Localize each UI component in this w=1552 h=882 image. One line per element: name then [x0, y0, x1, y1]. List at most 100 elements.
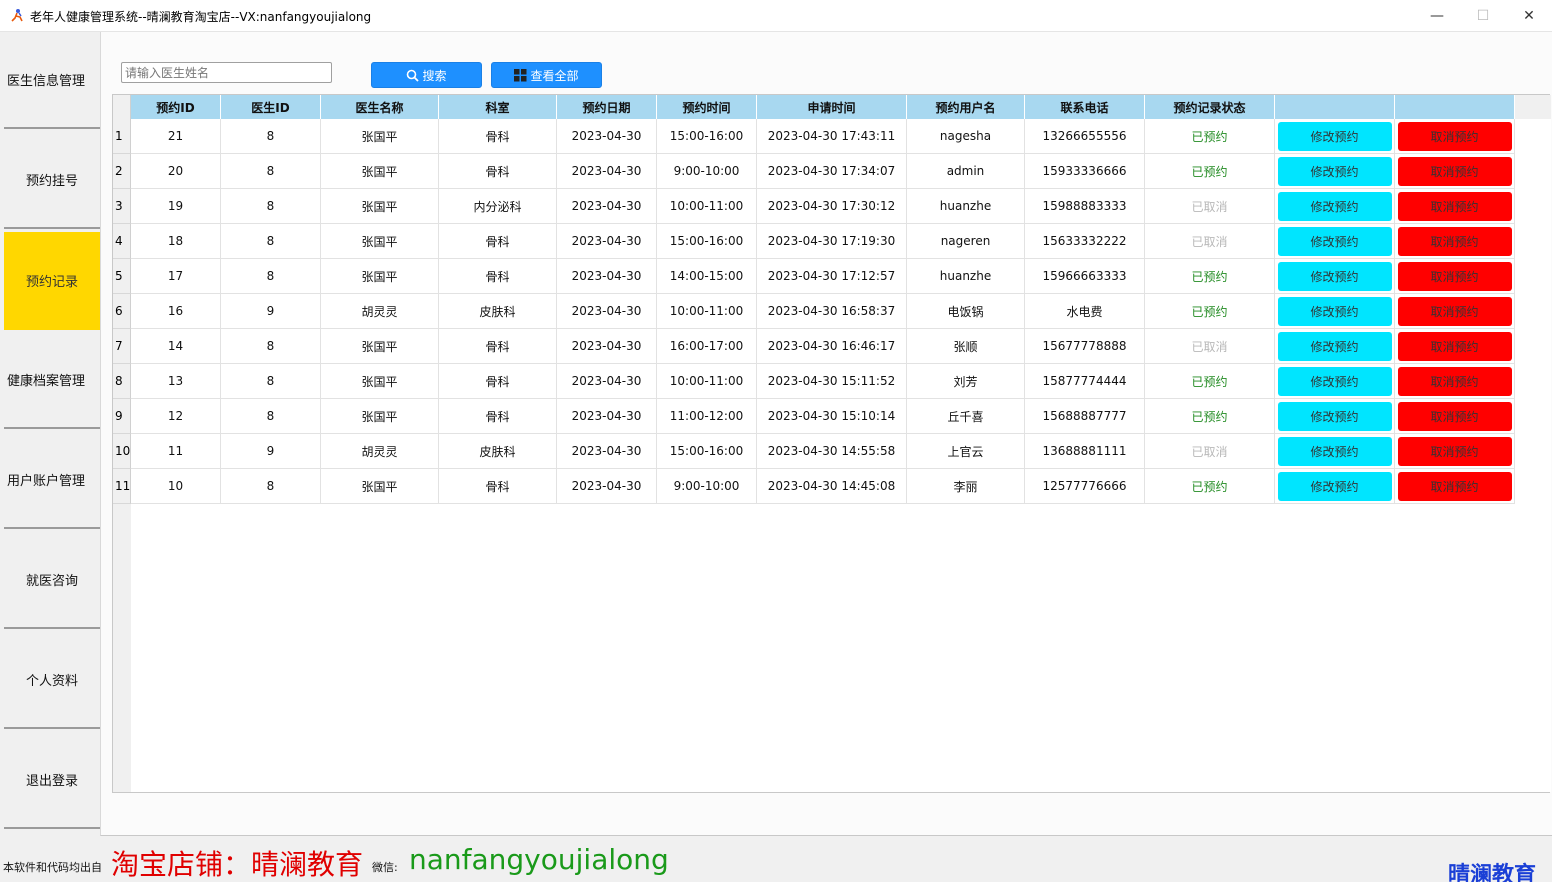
sidebar-item-label: 预约记录	[25, 274, 78, 290]
modify-appointment-button[interactable]: 修改预约	[1277, 401, 1392, 431]
sidebar-item-doctor-info[interactable]: 医生信息管理	[4, 32, 100, 129]
sidebar-item-profile[interactable]: 个人资料	[4, 632, 100, 729]
minimize-button[interactable]: —	[1414, 0, 1460, 31]
view-all-button[interactable]: 查看全部	[491, 62, 602, 88]
cancel-appointment-button[interactable]: 取消预约	[1397, 471, 1512, 501]
cell-appointment-date: 2023-04-30	[557, 434, 657, 469]
cell-phone: 15688887777	[1025, 399, 1145, 434]
cell-request-time: 2023-04-30 16:58:37	[757, 294, 907, 329]
sidebar-item-logout[interactable]: 退出登录	[4, 732, 100, 829]
cancel-appointment-button[interactable]: 取消预约	[1397, 366, 1512, 396]
cancel-appointment-button[interactable]: 取消预约	[1397, 331, 1512, 361]
modify-appointment-button[interactable]: 修改预约	[1277, 191, 1392, 221]
table-row[interactable]: 3 19 8 张国平 内分泌科 2023-04-30 10:00-11:00 2023-04-…	[113, 189, 1551, 224]
modify-appointment-button[interactable]: 修改预约	[1277, 226, 1392, 256]
cancel-appointment-button[interactable]: 取消预约	[1397, 436, 1512, 466]
modify-appointment-button[interactable]: 修改预约	[1277, 296, 1392, 326]
cancel-appointment-button[interactable]: 取消预约	[1397, 296, 1512, 326]
column-header-doctor-name[interactable]: 医生名称	[321, 95, 439, 119]
app-logo-icon	[11, 9, 23, 22]
cell-appointment-time: 9:00-10:00	[657, 154, 757, 189]
cell-doctor-name: 张国平	[321, 399, 439, 434]
sidebar-nav: 医生信息管理 预约挂号 预约记录 健康档案管理 用户账户管理 就医咨询 个人资料…	[0, 32, 100, 832]
cell-cancel-action: 取消预约	[1395, 189, 1515, 224]
row-number: 4	[113, 224, 131, 259]
cancel-appointment-button[interactable]: 取消预约	[1397, 121, 1512, 151]
column-header-department[interactable]: 科室	[439, 95, 557, 119]
cell-department: 骨科	[439, 469, 557, 504]
minimize-icon: —	[1430, 7, 1444, 24]
row-number: 1	[113, 119, 131, 154]
cell-request-time: 2023-04-30 17:43:11	[757, 119, 907, 154]
sidebar-item-appointment-records[interactable]: 预约记录	[4, 232, 100, 330]
modify-appointment-button[interactable]: 修改预约	[1277, 436, 1392, 466]
cell-doctor-id: 9	[221, 294, 321, 329]
sidebar-item-user-accounts[interactable]: 用户账户管理	[4, 432, 100, 529]
table-row[interactable]: 2 20 8 张国平 骨科 2023-04-30 9:00-10:00 2023-04-30 …	[113, 154, 1551, 189]
sidebar-item-appointment[interactable]: 预约挂号	[4, 132, 100, 229]
column-header-doctor-id[interactable]: 医生ID	[221, 95, 321, 119]
table-row[interactable]: 1 21 8 张国平 骨科 2023-04-30 15:00-16:00 2023-04-30…	[113, 119, 1551, 154]
column-header-request-time[interactable]: 申请时间	[757, 95, 907, 119]
column-header-username[interactable]: 预约用户名	[907, 95, 1025, 119]
cell-status: 已取消	[1145, 329, 1275, 364]
cell-doctor-name: 张国平	[321, 364, 439, 399]
cell-doctor-id: 8	[221, 119, 321, 154]
cell-modify-action: 修改预约	[1275, 469, 1395, 504]
table-row[interactable]: 4 18 8 张国平 骨科 2023-04-30 15:00-16:00 2023-04-30…	[113, 224, 1551, 259]
cell-request-time: 2023-04-30 15:11:52	[757, 364, 907, 399]
table-row[interactable]: 9 12 8 张国平 骨科 2023-04-30 11:00-12:00 2023-04-30…	[113, 399, 1551, 434]
column-header-appointment-date[interactable]: 预约日期	[557, 95, 657, 119]
cell-appointment-date: 2023-04-30	[557, 469, 657, 504]
doctor-name-search-input[interactable]	[121, 62, 332, 83]
table-row[interactable]: 11 10 8 张国平 骨科 2023-04-30 9:00-10:00 2023-04-30…	[113, 469, 1551, 504]
cell-status: 已取消	[1145, 224, 1275, 259]
cell-doctor-name: 胡灵灵	[321, 294, 439, 329]
modify-appointment-button[interactable]: 修改预约	[1277, 261, 1392, 291]
cell-appointment-time: 14:00-15:00	[657, 259, 757, 294]
modify-appointment-button[interactable]: 修改预约	[1277, 331, 1392, 361]
sidebar-item-label: 健康档案管理	[7, 374, 86, 389]
cell-appointment-time: 10:00-11:00	[657, 294, 757, 329]
cancel-appointment-button[interactable]: 取消预约	[1397, 261, 1512, 291]
maximize-button[interactable]: ☐	[1460, 0, 1506, 31]
table-row[interactable]: 10 11 9 胡灵灵 皮肤科 2023-04-30 15:00-16:00 2023-04-…	[113, 434, 1551, 469]
modify-appointment-button[interactable]: 修改预约	[1277, 156, 1392, 186]
cancel-appointment-button[interactable]: 取消预约	[1397, 226, 1512, 256]
cell-doctor-name: 张国平	[321, 224, 439, 259]
appointment-table: 预约ID 医生ID 医生名称 科室 预约日期 预约时间 申请时间 预约用户名 联系电话 预约记录状…	[112, 94, 1551, 793]
cell-department: 内分泌科	[439, 189, 557, 224]
search-button[interactable]: 搜索	[371, 62, 482, 88]
cancel-appointment-button[interactable]: 取消预约	[1397, 156, 1512, 186]
cell-modify-action: 修改预约	[1275, 294, 1395, 329]
cancel-appointment-button[interactable]: 取消预约	[1397, 401, 1512, 431]
column-header-phone[interactable]: 联系电话	[1025, 95, 1145, 119]
cell-username: 上官云	[907, 434, 1025, 469]
cell-doctor-id: 8	[221, 224, 321, 259]
cancel-appointment-button[interactable]: 取消预约	[1397, 191, 1512, 221]
row-number: 9	[113, 399, 131, 434]
cell-department: 皮肤科	[439, 294, 557, 329]
column-header-status[interactable]: 预约记录状态	[1145, 95, 1275, 119]
row-number: 2	[113, 154, 131, 189]
modify-appointment-button[interactable]: 修改预约	[1277, 121, 1392, 151]
column-header-appointment-id[interactable]: 预约ID	[131, 95, 221, 119]
cell-phone: 12577776666	[1025, 469, 1145, 504]
table-row[interactable]: 7 14 8 张国平 骨科 2023-04-30 16:00-17:00 2023-04-30…	[113, 329, 1551, 364]
cell-username: nagesha	[907, 119, 1025, 154]
column-header-appointment-time[interactable]: 预约时间	[657, 95, 757, 119]
sidebar-item-health-records[interactable]: 健康档案管理	[4, 332, 100, 429]
modify-appointment-button[interactable]: 修改预约	[1277, 471, 1392, 501]
modify-appointment-button[interactable]: 修改预约	[1277, 366, 1392, 396]
cell-doctor-name: 张国平	[321, 259, 439, 294]
table-row[interactable]: 8 13 8 张国平 骨科 2023-04-30 10:00-11:00 2023-04-30…	[113, 364, 1551, 399]
column-header-modify-action[interactable]	[1275, 95, 1395, 119]
sidebar-item-consultation[interactable]: 就医咨询	[4, 532, 100, 629]
cell-department: 骨科	[439, 154, 557, 189]
column-header-cancel-action[interactable]	[1395, 95, 1515, 119]
table-row[interactable]: 5 17 8 张国平 骨科 2023-04-30 14:00-15:00 2023-04-30…	[113, 259, 1551, 294]
close-button[interactable]: ✕	[1506, 0, 1552, 31]
table-corner	[113, 95, 131, 119]
table-row[interactable]: 6 16 9 胡灵灵 皮肤科 2023-04-30 10:00-11:00 2023-04-3…	[113, 294, 1551, 329]
cell-appointment-id: 21	[131, 119, 221, 154]
